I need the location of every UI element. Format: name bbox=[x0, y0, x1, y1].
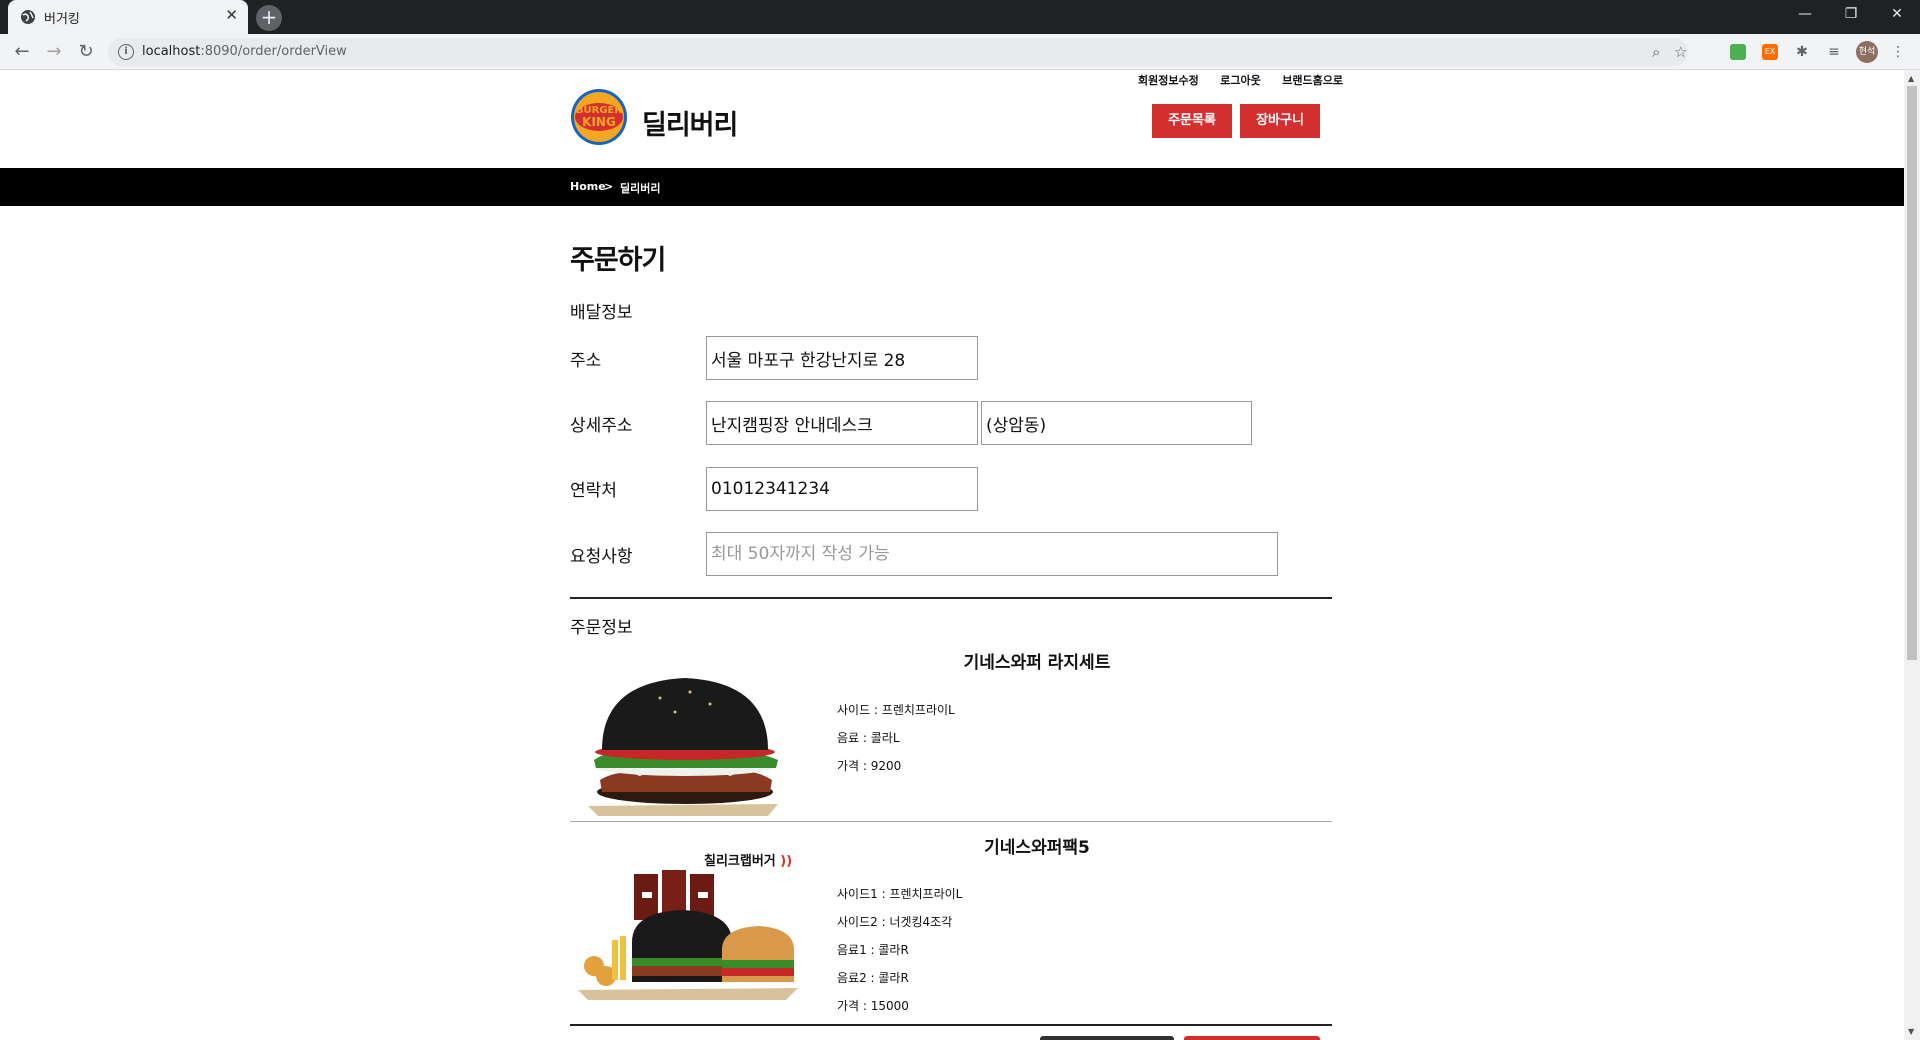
url-path: :8090/order/orderView bbox=[200, 44, 347, 59]
back-arrow-icon[interactable]: ← bbox=[8, 38, 36, 66]
product-drink: 음료 : 콜라L bbox=[837, 731, 900, 745]
extension-green-icon[interactable] bbox=[1730, 44, 1746, 60]
cart-button[interactable]: 장바구니 bbox=[1240, 104, 1320, 138]
dong-field[interactable] bbox=[981, 401, 1252, 445]
detail-address-field[interactable] bbox=[706, 401, 978, 445]
phone-field[interactable] bbox=[706, 467, 978, 511]
scrollbar-thumb[interactable] bbox=[1907, 86, 1917, 660]
breadcrumb-separator: > bbox=[604, 180, 614, 193]
globe-icon bbox=[21, 10, 35, 24]
tab-title: 버거킹 bbox=[44, 12, 80, 27]
url-host: localhost bbox=[142, 44, 201, 59]
window-close-icon[interactable]: ✕ bbox=[1874, 0, 1920, 30]
order-section-title: 주문정보 bbox=[570, 618, 633, 638]
request-field[interactable] bbox=[706, 532, 1278, 576]
address-label: 주소 bbox=[570, 351, 602, 371]
breadcrumb: Home > 딜리버리 bbox=[0, 168, 1904, 206]
browser-tab[interactable]: 버거킹 ✕ bbox=[8, 0, 248, 34]
media-queue-icon[interactable]: ≡ bbox=[1826, 44, 1842, 60]
link-logout[interactable]: 로그아웃 bbox=[1220, 74, 1260, 87]
product-image-guinness-whopper-set bbox=[588, 678, 778, 816]
bottom-button-red[interactable] bbox=[1184, 1036, 1320, 1040]
url-input[interactable]: i localhost:8090/order/orderView ⌕ ☆ bbox=[108, 38, 1688, 66]
product-price: 가격 : 9200 bbox=[837, 759, 902, 773]
product-name: 기네스와퍼 라지세트 bbox=[963, 653, 1111, 673]
product-side1: 사이드1 : 프렌치프라이L bbox=[837, 887, 963, 901]
product-name: 기네스와퍼팩5 bbox=[984, 838, 1090, 858]
top-links: 회원정보수정 로그아웃 브랜드홈으로 bbox=[1138, 72, 1361, 88]
product-side: 사이드 : 프렌치프라이L bbox=[837, 703, 955, 717]
address-field[interactable] bbox=[706, 336, 978, 380]
order-list-button[interactable]: 주문목록 bbox=[1152, 104, 1232, 138]
scroll-up-arrow-icon[interactable]: ▲ bbox=[1908, 74, 1914, 83]
puzzle-icon[interactable]: ✱ bbox=[1794, 44, 1810, 60]
breadcrumb-home[interactable]: Home bbox=[570, 180, 606, 193]
reload-icon[interactable]: ↻ bbox=[72, 38, 100, 66]
extension-ex-icon[interactable]: EX bbox=[1762, 44, 1778, 60]
info-icon[interactable]: i bbox=[118, 44, 134, 60]
browser-tab-bar: 버거킹 ✕ + — ❐ ✕ bbox=[0, 0, 1920, 34]
product-side2: 사이드2 : 너겟킹4조각 bbox=[837, 915, 953, 929]
site-title: 딜리버리 bbox=[642, 110, 738, 141]
product-divider bbox=[570, 821, 1332, 822]
menu-kebab-icon[interactable]: ⋮ bbox=[1890, 44, 1906, 60]
product-image-caption: 칠리크랩버거 bbox=[704, 854, 776, 869]
scrollbar[interactable]: ▲ ▼ bbox=[1904, 70, 1920, 1040]
link-brand-home[interactable]: 브랜드홈으로 bbox=[1282, 74, 1343, 87]
avatar[interactable]: 현석 bbox=[1856, 41, 1878, 63]
breadcrumb-current: 딜리버리 bbox=[620, 182, 661, 195]
detail-address-label: 상세주소 bbox=[570, 416, 633, 436]
forward-arrow-icon[interactable]: → bbox=[40, 38, 68, 66]
scroll-down-arrow-icon[interactable]: ▼ bbox=[1908, 1027, 1914, 1036]
burger-king-logo[interactable]: BURGER KING bbox=[570, 88, 628, 146]
page-title: 주문하기 bbox=[570, 245, 666, 276]
link-edit-member[interactable]: 회원정보수정 bbox=[1138, 74, 1199, 87]
product-price: 가격 : 15000 bbox=[837, 999, 909, 1013]
minimize-icon[interactable]: — bbox=[1782, 0, 1828, 30]
product-drink1: 음료1 : 콜라R bbox=[837, 943, 909, 957]
address-bar: ← → ↻ i localhost:8090/order/orderView ⌕… bbox=[0, 34, 1920, 70]
restore-icon[interactable]: ❐ bbox=[1828, 0, 1874, 30]
bottom-button-dark[interactable] bbox=[1040, 1036, 1174, 1040]
zoom-icon[interactable]: ⌕ bbox=[1652, 43, 1660, 61]
request-label: 요청사항 bbox=[570, 547, 633, 567]
page-content: 회원정보수정 로그아웃 브랜드홈으로 BURGER KING 딜리버리 주문목록… bbox=[0, 70, 1904, 1040]
product-divider bbox=[570, 1024, 1332, 1026]
new-tab-button[interactable]: + bbox=[256, 5, 282, 31]
star-icon[interactable]: ☆ bbox=[1674, 43, 1687, 61]
section-divider bbox=[570, 597, 1332, 599]
chili-icon: )) bbox=[780, 854, 793, 869]
product-drink2: 음료2 : 콜라R bbox=[837, 971, 909, 985]
product-image-guinness-whopper-pack5 bbox=[578, 870, 798, 1000]
close-icon[interactable]: ✕ bbox=[225, 6, 238, 24]
delivery-section-title: 배달정보 bbox=[570, 303, 633, 323]
svg-text:KING: KING bbox=[582, 115, 616, 129]
phone-label: 연락처 bbox=[570, 481, 617, 501]
